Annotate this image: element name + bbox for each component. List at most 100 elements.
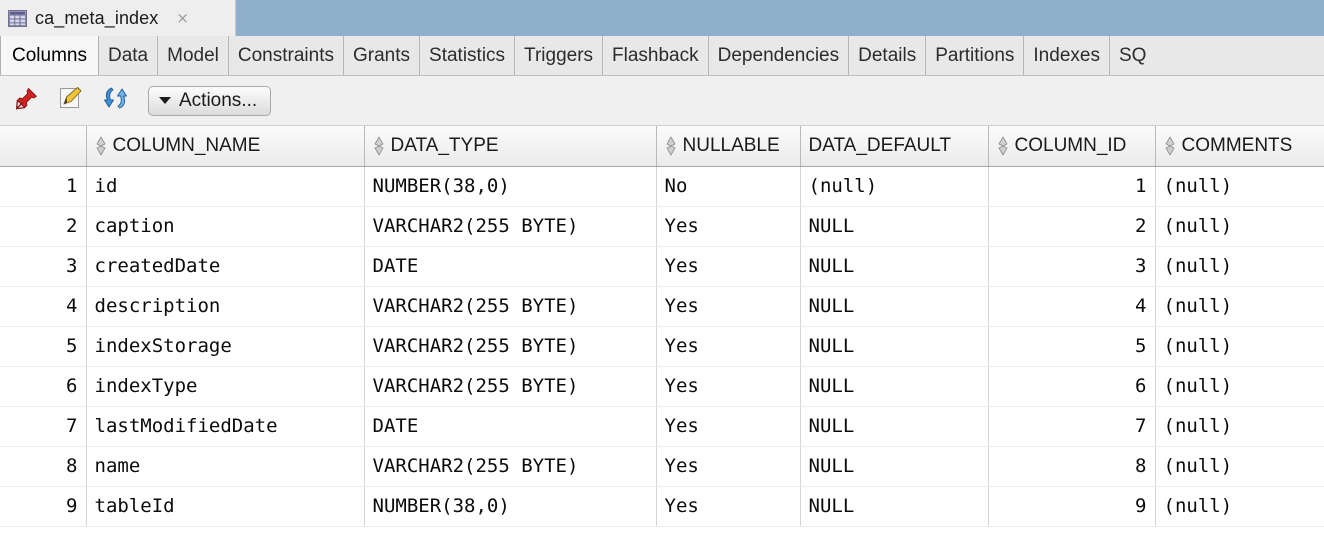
cell-column-name[interactable]: lastModifiedDate	[86, 406, 365, 447]
row-number-cell[interactable]: 3	[0, 246, 87, 287]
table-row[interactable]: 1 id NUMBER(38,0) No (null) 1 (null)	[0, 166, 1324, 207]
tab-data[interactable]: Data	[99, 36, 157, 75]
sort-indicator-icon[interactable]	[373, 136, 385, 156]
tab-model[interactable]: Model	[157, 36, 228, 75]
pushpin-button[interactable]	[10, 84, 44, 118]
cell-comments[interactable]: (null)	[1155, 406, 1324, 447]
cell-column-id[interactable]: 8	[988, 446, 1156, 487]
tab-statistics[interactable]: Statistics	[419, 36, 514, 75]
cell-nullable[interactable]: No	[656, 166, 801, 207]
row-number-cell[interactable]: 4	[0, 286, 87, 327]
refresh-button[interactable]	[98, 84, 132, 118]
row-number-cell[interactable]: 2	[0, 206, 87, 247]
cell-data-type[interactable]: NUMBER(38,0)	[364, 486, 657, 527]
cell-data-default[interactable]: NULL	[800, 486, 989, 527]
cell-data-default[interactable]: (null)	[800, 166, 989, 207]
cell-comments[interactable]: (null)	[1155, 366, 1324, 407]
cell-comments[interactable]: (null)	[1155, 206, 1324, 247]
column-header-data-type[interactable]: DATA_TYPE	[364, 126, 657, 167]
tab-partitions[interactable]: Partitions	[925, 36, 1023, 75]
column-header-data-default[interactable]: DATA_DEFAULT	[800, 126, 989, 167]
cell-data-type[interactable]: NUMBER(38,0)	[364, 166, 657, 207]
actions-button[interactable]: Actions...	[148, 85, 272, 116]
cell-column-name[interactable]: id	[86, 166, 365, 207]
table-row[interactable]: 6 indexType VARCHAR2(255 BYTE) Yes NULL 6 (nul…	[0, 366, 1324, 407]
cell-data-type[interactable]: VARCHAR2(255 BYTE)	[364, 206, 657, 247]
column-header-column-id[interactable]: COLUMN_ID	[988, 126, 1156, 167]
column-header-nullable[interactable]: NULLABLE	[656, 126, 801, 167]
tab-details[interactable]: Details	[848, 36, 925, 75]
cell-column-name[interactable]: indexStorage	[86, 326, 365, 367]
cell-data-default[interactable]: NULL	[800, 446, 989, 487]
cell-nullable[interactable]: Yes	[656, 246, 801, 287]
cell-column-id[interactable]: 6	[988, 366, 1156, 407]
sort-indicator-icon[interactable]	[95, 136, 107, 156]
sort-indicator-icon[interactable]	[997, 136, 1009, 156]
table-row[interactable]: 4 description VARCHAR2(255 BYTE) Yes NULL 4 (n…	[0, 286, 1324, 327]
tab-dependencies[interactable]: Dependencies	[707, 36, 848, 75]
cell-column-name[interactable]: indexType	[86, 366, 365, 407]
cell-nullable[interactable]: Yes	[656, 286, 801, 327]
table-row[interactable]: 8 name VARCHAR2(255 BYTE) Yes NULL 8 (null)	[0, 446, 1324, 487]
tab-sq[interactable]: SQ	[1108, 36, 1155, 75]
cell-column-name[interactable]: name	[86, 446, 365, 487]
cell-column-id[interactable]: 4	[988, 286, 1156, 327]
tab-columns[interactable]: Columns	[0, 36, 99, 75]
cell-nullable[interactable]: Yes	[656, 446, 801, 487]
row-number-cell[interactable]: 5	[0, 326, 87, 367]
cell-nullable[interactable]: Yes	[656, 486, 801, 527]
row-number-cell[interactable]: 7	[0, 406, 87, 447]
table-row[interactable]: 3 createdDate DATE Yes NULL 3 (null)	[0, 246, 1324, 287]
cell-column-id[interactable]: 1	[988, 166, 1156, 207]
cell-data-default[interactable]: NULL	[800, 406, 989, 447]
edit-button[interactable]	[54, 84, 88, 118]
sort-indicator-icon[interactable]	[1164, 136, 1176, 156]
cell-nullable[interactable]: Yes	[656, 326, 801, 367]
cell-data-default[interactable]: NULL	[800, 206, 989, 247]
cell-column-id[interactable]: 3	[988, 246, 1156, 287]
row-number-cell[interactable]: 8	[0, 446, 87, 487]
cell-comments[interactable]: (null)	[1155, 166, 1324, 207]
tab-constraints[interactable]: Constraints	[227, 36, 343, 75]
cell-comments[interactable]: (null)	[1155, 446, 1324, 487]
cell-comments[interactable]: (null)	[1155, 326, 1324, 367]
cell-data-default[interactable]: NULL	[800, 326, 989, 367]
cell-nullable[interactable]: Yes	[656, 206, 801, 247]
cell-nullable[interactable]: Yes	[656, 406, 801, 447]
cell-data-default[interactable]: NULL	[800, 246, 989, 287]
cell-data-default[interactable]: NULL	[800, 286, 989, 327]
cell-column-name[interactable]: description	[86, 286, 365, 327]
cell-column-id[interactable]: 9	[988, 486, 1156, 527]
cell-column-id[interactable]: 7	[988, 406, 1156, 447]
tab-grants[interactable]: Grants	[342, 36, 419, 75]
row-number-cell[interactable]: 1	[0, 166, 87, 207]
tab-triggers[interactable]: Triggers	[514, 36, 602, 75]
cell-comments[interactable]: (null)	[1155, 246, 1324, 287]
tab-indexes[interactable]: Indexes	[1023, 36, 1109, 75]
cell-nullable[interactable]: Yes	[656, 366, 801, 407]
cell-comments[interactable]: (null)	[1155, 486, 1324, 527]
sort-indicator-icon[interactable]	[665, 136, 677, 156]
row-number-cell[interactable]: 9	[0, 486, 87, 527]
cell-data-default[interactable]: NULL	[800, 366, 989, 407]
cell-column-name[interactable]: caption	[86, 206, 365, 247]
cell-comments[interactable]: (null)	[1155, 286, 1324, 327]
cell-data-type[interactable]: VARCHAR2(255 BYTE)	[364, 286, 657, 327]
cell-data-type[interactable]: VARCHAR2(255 BYTE)	[364, 326, 657, 367]
cell-data-type[interactable]: DATE	[364, 406, 657, 447]
cell-data-type[interactable]: VARCHAR2(255 BYTE)	[364, 446, 657, 487]
column-header-comments[interactable]: COMMENTS	[1155, 126, 1324, 167]
document-tab-ca-meta-index[interactable]: ca_meta_index ×	[0, 0, 236, 36]
cell-column-name[interactable]: tableId	[86, 486, 365, 527]
cell-column-id[interactable]: 2	[988, 206, 1156, 247]
row-number-cell[interactable]: 6	[0, 366, 87, 407]
cell-data-type[interactable]: DATE	[364, 246, 657, 287]
table-row[interactable]: 2 caption VARCHAR2(255 BYTE) Yes NULL 2 (null)	[0, 206, 1324, 247]
tab-flashback[interactable]: Flashback	[602, 36, 708, 75]
column-header-column-name[interactable]: COLUMN_NAME	[86, 126, 365, 167]
close-icon[interactable]: ×	[176, 10, 189, 26]
cell-column-id[interactable]: 5	[988, 326, 1156, 367]
cell-column-name[interactable]: createdDate	[86, 246, 365, 287]
table-row[interactable]: 5 indexStorage VARCHAR2(255 BYTE) Yes NULL 5(…	[0, 326, 1324, 367]
cell-data-type[interactable]: VARCHAR2(255 BYTE)	[364, 366, 657, 407]
